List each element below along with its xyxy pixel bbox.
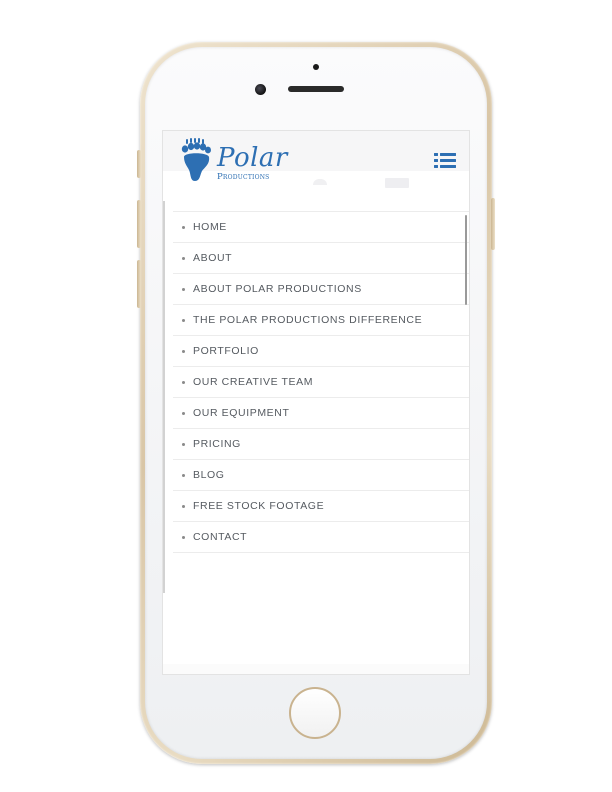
bullet-icon <box>182 442 185 446</box>
power-button <box>491 198 495 250</box>
nav-item-label: FREE STOCK FOOTAGE <box>193 500 325 512</box>
mute-switch <box>137 150 141 178</box>
bullet-icon <box>182 225 185 229</box>
screen-bottom-strip <box>163 664 469 674</box>
bullet-icon <box>182 349 185 353</box>
phone-screen: Polar Productions HOME ABOUT ABOUT POLAR… <box>162 130 470 675</box>
nav-item-blog[interactable]: BLOG <box>173 460 469 491</box>
nav-item-portfolio[interactable]: PORTFOLIO <box>173 336 469 367</box>
list-menu-icon <box>434 153 456 168</box>
bullet-icon <box>182 504 185 508</box>
site-logo[interactable]: Polar Productions <box>181 137 291 185</box>
bullet-icon <box>182 535 185 539</box>
nav-item-about-polar-productions[interactable]: ABOUT POLAR PRODUCTIONS <box>173 274 469 305</box>
nav-item-label: HOME <box>193 221 227 233</box>
nav-item-contact[interactable]: CONTACT <box>173 522 469 553</box>
nav-item-label: ABOUT POLAR PRODUCTIONS <box>193 283 362 295</box>
bullet-icon <box>182 256 185 260</box>
earpiece-speaker <box>288 86 344 92</box>
volume-up-button <box>137 200 141 248</box>
nav-item-label: OUR CREATIVE TEAM <box>193 376 314 388</box>
faded-mark <box>385 178 409 188</box>
proximity-sensor <box>313 64 319 70</box>
nav-item-difference[interactable]: THE POLAR PRODUCTIONS DIFFERENCE <box>173 305 469 336</box>
nav-item-label: PRICING <box>193 438 241 450</box>
drawer-edge <box>163 201 165 593</box>
nav-item-home[interactable]: HOME <box>173 212 469 243</box>
logo-wordmark: Polar <box>217 143 288 173</box>
nav-item-creative-team[interactable]: OUR CREATIVE TEAM <box>173 367 469 398</box>
menu-toggle-button[interactable] <box>434 152 456 170</box>
bullet-icon <box>182 473 185 477</box>
faded-mark <box>313 179 327 185</box>
page: Polar Productions HOME ABOUT ABOUT POLAR… <box>0 0 612 792</box>
nav-item-free-stock-footage[interactable]: FREE STOCK FOOTAGE <box>173 491 469 522</box>
nav-item-about[interactable]: ABOUT <box>173 243 469 274</box>
volume-down-button <box>137 260 141 308</box>
nav-item-label: PORTFOLIO <box>193 345 259 357</box>
nav-item-label: ABOUT <box>193 252 233 264</box>
menu-scrollbar[interactable] <box>465 215 467 305</box>
home-button[interactable] <box>289 687 341 739</box>
nav-item-equipment[interactable]: OUR EQUIPMENT <box>173 398 469 429</box>
bullet-icon <box>182 380 185 384</box>
nav-item-pricing[interactable]: PRICING <box>173 429 469 460</box>
bullet-icon <box>182 318 185 322</box>
mobile-nav-menu: HOME ABOUT ABOUT POLAR PRODUCTIONS THE P… <box>173 211 469 553</box>
bear-paw-icon <box>181 138 211 181</box>
bullet-icon <box>182 287 185 291</box>
front-camera <box>255 84 266 95</box>
nav-item-label: OUR EQUIPMENT <box>193 407 290 419</box>
nav-item-label: BLOG <box>193 469 225 481</box>
nav-item-label: THE POLAR PRODUCTIONS DIFFERENCE <box>193 314 423 326</box>
nav-item-label: CONTACT <box>193 531 248 543</box>
logo-subtitle: Productions <box>217 172 270 182</box>
bullet-icon <box>182 411 185 415</box>
